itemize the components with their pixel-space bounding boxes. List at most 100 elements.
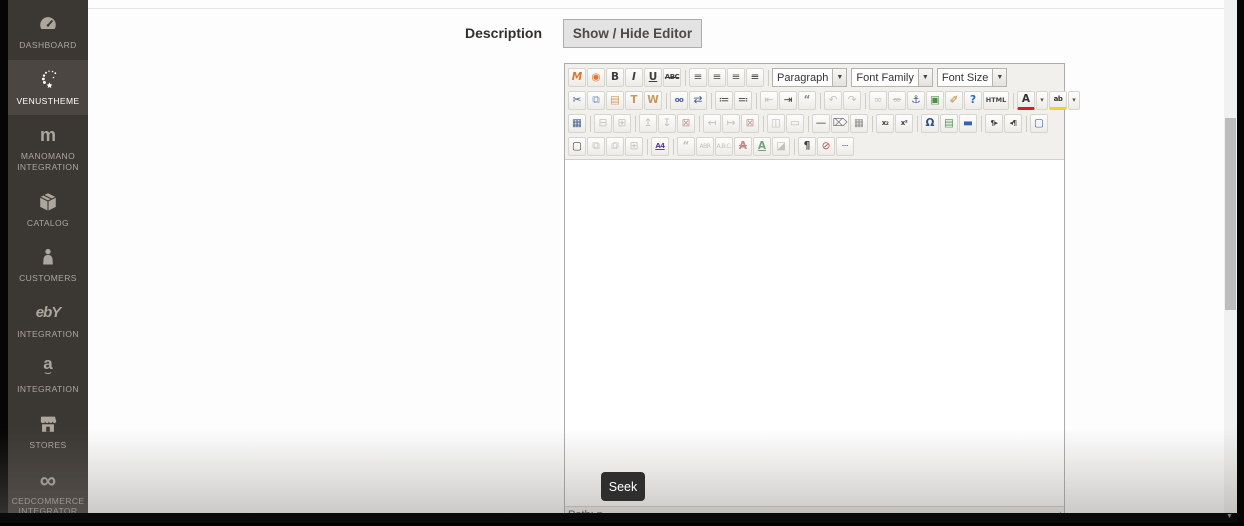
delete-column-icon[interactable]: ⊠ <box>741 114 759 133</box>
copy-icon[interactable]: ⧉ <box>587 91 605 110</box>
special-character-icon[interactable]: Ω <box>921 114 939 133</box>
highlight-color-icon[interactable]: ab <box>1049 91 1067 110</box>
sidebar-item-customers[interactable]: CUSTOMERS <box>8 237 88 293</box>
toolbar-separator <box>820 92 821 109</box>
remove-format-icon[interactable]: ⌦ <box>831 114 849 133</box>
page-break-icon[interactable]: ┄ <box>836 137 854 156</box>
manomano-logo-icon: m <box>39 125 56 146</box>
rtl-direction-icon[interactable]: ◂¶ <box>1004 114 1022 133</box>
editor-content-area[interactable] <box>565 159 1064 507</box>
subscript-icon[interactable]: x₂ <box>876 114 894 133</box>
abbreviation-icon[interactable]: ABR <box>696 137 714 156</box>
paste-as-text-icon[interactable]: T <box>625 91 643 110</box>
ltr-direction-icon[interactable]: ¶▸ <box>985 114 1003 133</box>
table-row-properties-icon[interactable]: ⊟ <box>594 114 612 133</box>
insert-variable-icon[interactable]: ◉ <box>587 68 605 87</box>
find-icon[interactable]: oo <box>670 91 688 110</box>
table-cell-properties-icon[interactable]: ⊞ <box>613 114 631 133</box>
sidebar-item-stores[interactable]: STORES <box>8 404 88 460</box>
paste-icon[interactable]: ▤ <box>606 91 624 110</box>
undo-icon[interactable]: ↶ <box>824 91 842 110</box>
cleanup-icon[interactable]: ✐ <box>945 91 963 110</box>
citation-icon[interactable]: “ <box>677 137 695 156</box>
merge-cells-icon[interactable]: ▭ <box>786 114 804 133</box>
html-source-icon[interactable]: HTML <box>983 91 1009 110</box>
toolbar-separator <box>981 115 982 132</box>
insert-column-before-icon[interactable]: ↤ <box>703 114 721 133</box>
help-icon[interactable]: ? <box>964 91 982 110</box>
insertion-icon[interactable]: A <box>753 137 771 156</box>
anchor-icon[interactable]: ⚓ <box>907 91 925 110</box>
redo-icon[interactable]: ↷ <box>843 91 861 110</box>
align-left-icon[interactable]: ≡ <box>689 68 707 87</box>
insert-table-icon[interactable]: ▦ <box>568 114 586 133</box>
delete-row-icon[interactable]: ⊠ <box>677 114 695 133</box>
font-family-select[interactable]: Font Family ▼ <box>851 68 933 87</box>
toolbar-row-1: M ◉ B I U ABC ≡ ≡ ≡ ≡ Paragraph ▼ Font Family ▼ F… <box>568 66 1061 89</box>
style-properties-icon[interactable]: A4 <box>651 137 669 156</box>
outdent-icon[interactable]: ⇤ <box>760 91 778 110</box>
link-icon[interactable]: ∞ <box>869 91 887 110</box>
advanced-hr-icon[interactable]: ▬ <box>959 114 977 133</box>
horizontal-rule-icon[interactable]: — <box>812 114 830 133</box>
sidebar-item-catalog[interactable]: CATALOG <box>8 182 88 238</box>
stores-shop-icon <box>37 412 59 436</box>
seek-tooltip[interactable]: Seek <box>601 472 645 501</box>
sidebar-item-ebay-integration[interactable]: ebY INTEGRATION <box>8 293 88 349</box>
sidebar-item-manomano-integration[interactable]: m MANOMANO INTEGRATION <box>8 115 88 181</box>
wysiwyg-editor: M ◉ B I U ABC ≡ ≡ ≡ ≡ Paragraph ▼ Font Family ▼ F… <box>564 63 1080 523</box>
italic-icon[interactable]: I <box>625 68 643 87</box>
paste-from-word-icon[interactable]: W <box>644 91 662 110</box>
font-size-select[interactable]: Font Size ▼ <box>936 68 1008 87</box>
cut-icon[interactable]: ✂ <box>568 91 586 110</box>
underline-icon[interactable]: U <box>644 68 662 87</box>
toolbar-separator <box>1026 115 1027 132</box>
move-backward-icon[interactable]: ⧉ <box>606 137 624 156</box>
fullscreen-icon[interactable]: ▢ <box>1030 114 1048 133</box>
find-replace-icon[interactable]: ⇄ <box>689 91 707 110</box>
strikethrough-icon[interactable]: ABC <box>663 68 681 87</box>
split-cells-icon[interactable]: ◫ <box>767 114 785 133</box>
align-justify-icon[interactable]: ≡ <box>746 68 764 87</box>
insert-column-after-icon[interactable]: ↦ <box>722 114 740 133</box>
acronym-icon[interactable]: A.B.C. <box>715 137 733 156</box>
indent-icon[interactable]: ⇥ <box>779 91 797 110</box>
move-forward-icon[interactable]: ⧉ <box>587 137 605 156</box>
description-field-label: Description <box>465 25 543 41</box>
text-color-icon[interactable]: A <box>1017 91 1035 110</box>
numbered-list-icon[interactable]: ≕ <box>734 91 752 110</box>
highlight-color-arrow-icon[interactable]: ▾ <box>1068 91 1080 110</box>
vertical-scrollbar-thumb[interactable] <box>1225 118 1236 310</box>
scrollbar-down-arrow-icon[interactable]: ▼ <box>1226 513 1233 520</box>
toolbar-separator <box>1013 92 1014 109</box>
bullet-list-icon[interactable]: ≔ <box>715 91 733 110</box>
toolbar-row-4: ▢ ⧉ ⧉ ⊞ A4 “ABR A.B.C. A A ◪ ¶ ⊘ ┄ <box>568 135 1061 158</box>
insert-row-after-icon[interactable]: ↧ <box>658 114 676 133</box>
content-top-divider <box>88 8 1224 9</box>
align-center-icon[interactable]: ≡ <box>708 68 726 87</box>
insert-media-icon[interactable]: ▤ <box>940 114 958 133</box>
sidebar-item-dashboard[interactable]: DASHBOARD <box>8 4 88 60</box>
sidebar-item-label: STORES <box>29 440 67 450</box>
nonbreaking-space-icon[interactable]: ⊘ <box>817 137 835 156</box>
deletion-icon[interactable]: A <box>734 137 752 156</box>
blockquote-icon[interactable]: “ <box>798 91 816 110</box>
text-color-arrow-icon[interactable]: ▾ <box>1036 91 1048 110</box>
visual-aid-icon[interactable]: ▦ <box>850 114 868 133</box>
visual-characters-icon[interactable]: ¶ <box>798 137 816 156</box>
paragraph-format-select[interactable]: Paragraph ▼ <box>772 68 848 87</box>
sidebar-item-venustheme[interactable]: VENUSTHEME <box>8 59 88 116</box>
insert-row-before-icon[interactable]: ↥ <box>639 114 657 133</box>
insert-widget-icon[interactable]: M <box>568 68 586 87</box>
image-icon[interactable]: ▣ <box>926 91 944 110</box>
absolute-position-icon[interactable]: ⊞ <box>625 137 643 156</box>
insert-layer-icon[interactable]: ▢ <box>568 137 586 156</box>
unlink-icon[interactable]: ∞ <box>888 91 906 110</box>
align-right-icon[interactable]: ≡ <box>727 68 745 87</box>
sidebar-item-amazon-integration[interactable]: a ⌣ INTEGRATION <box>8 348 88 404</box>
sidebar-item-label: INTEGRATION <box>17 328 79 339</box>
superscript-icon[interactable]: x² <box>895 114 913 133</box>
bold-icon[interactable]: B <box>606 68 624 87</box>
insert-attributes-icon[interactable]: ◪ <box>772 137 790 156</box>
show-hide-editor-button[interactable]: Show / Hide Editor <box>563 19 702 48</box>
